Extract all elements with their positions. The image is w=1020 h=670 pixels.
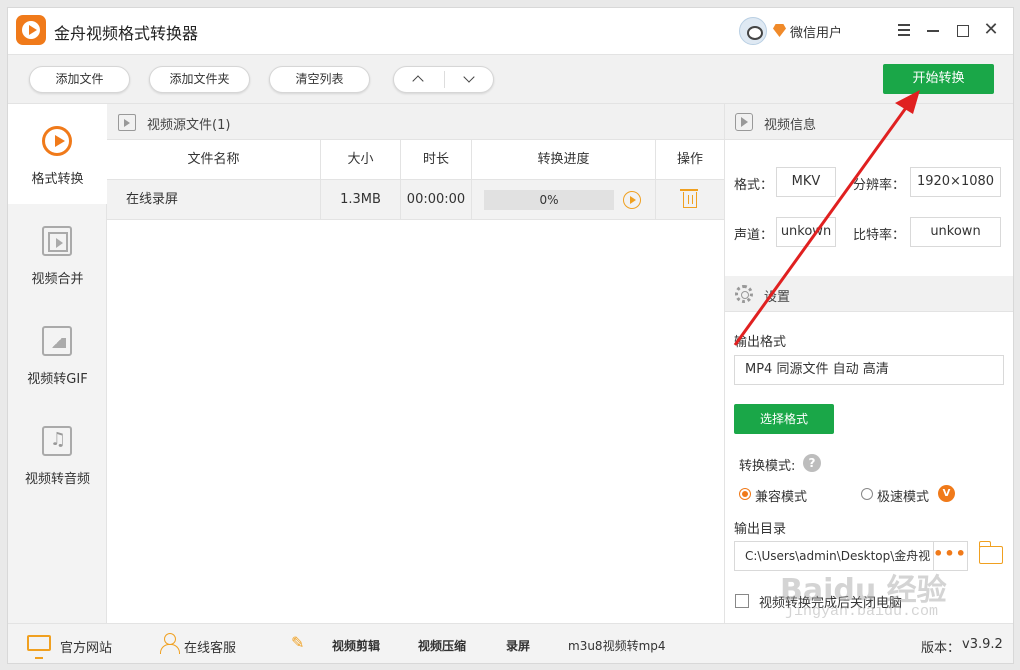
settings-title: 设置 <box>764 290 791 305</box>
file-actions <box>656 180 724 220</box>
move-up-button[interactable] <box>394 67 444 92</box>
move-buttons <box>393 66 494 93</box>
select-format-button[interactable]: 选择格式 <box>734 404 834 434</box>
shutdown-checkbox[interactable] <box>735 594 749 608</box>
file-list-header: 视频源文件(1) <box>107 104 724 140</box>
minimize-icon[interactable] <box>923 20 943 40</box>
column-header-duration: 时长 <box>401 140 472 180</box>
file-table: 文件名称 大小 时长 转换进度 操作 在线录屏 1.3MB 00:00:00 0… <box>107 140 724 220</box>
bitrate-label: 比特率： <box>853 228 906 243</box>
file-progress: 0% <box>472 180 656 220</box>
settings-header: 设置 <box>725 276 1013 312</box>
play-icon[interactable] <box>623 191 641 209</box>
add-file-button[interactable]: 添加文件 <box>29 66 130 93</box>
m3u8-link[interactable]: m3u8视频转mp4 <box>568 637 666 654</box>
progress-bar: 0% <box>484 190 614 210</box>
app-title: 金舟视频格式转换器 <box>54 24 199 43</box>
progress-text: 0% <box>539 193 559 207</box>
toolbar: 添加文件 添加文件夹 清空列表 开始转换 <box>8 54 1013 104</box>
table-header-row: 文件名称 大小 时长 转换进度 操作 <box>107 140 724 180</box>
fast-mode-label[interactable]: 极速模式 <box>877 486 929 505</box>
magic-brush-icon: ✎ <box>291 633 305 652</box>
output-format-label: 输出格式 <box>734 335 787 350</box>
app-logo-icon <box>16 15 46 45</box>
output-dir-label: 输出目录 <box>734 522 787 537</box>
file-size: 1.3MB <box>321 180 401 220</box>
version-value: v3.9.2 <box>962 637 1003 652</box>
sidebar-item-video-to-audio[interactable]: 视频转音频 <box>8 404 107 504</box>
video-info-icon <box>735 113 753 131</box>
video-file-icon <box>118 114 136 131</box>
compat-mode-radio[interactable] <box>739 488 751 500</box>
format-label: 格式： <box>734 178 774 193</box>
support-link[interactable]: 在线客服 <box>184 637 236 656</box>
website-link[interactable]: 官方网站 <box>60 637 112 656</box>
resolution-value: 1920×1080 <box>910 167 1001 197</box>
start-convert-button[interactable]: 开始转换 <box>883 64 994 94</box>
title-bar: 金舟视频格式转换器 微信用户 ✕ <box>8 8 1013 54</box>
column-header-actions: 操作 <box>676 152 703 167</box>
sidebar-item-video-to-gif[interactable]: 视频转GIF <box>8 304 107 404</box>
column-header-size: 大小 <box>321 140 401 180</box>
folder-icon[interactable] <box>978 541 1003 564</box>
output-format-field[interactable]: MP4 同源文件 自动 高清 <box>734 355 1004 385</box>
compat-mode-label[interactable]: 兼容模式 <box>755 486 807 505</box>
support-person-icon <box>160 633 180 654</box>
channel-label: 声道： <box>734 228 774 243</box>
merge-icon <box>42 226 72 256</box>
vip-v-icon: V <box>938 485 955 502</box>
add-folder-button[interactable]: 添加文件夹 <box>149 66 250 93</box>
bitrate-value: unkown <box>910 217 1001 247</box>
user-avatar[interactable] <box>739 17 767 45</box>
video-info-header: 视频信息 <box>725 104 1013 140</box>
sidebar-item-label: 视频转音频 <box>24 472 90 487</box>
table-row[interactable]: 在线录屏 1.3MB 00:00:00 0% <box>107 180 724 220</box>
chevron-down-icon <box>463 71 475 83</box>
version-label: 版本： <box>921 641 961 656</box>
format-value: MKV <box>776 167 836 197</box>
sidebar-item-video-merge[interactable]: 视频合并 <box>8 204 107 304</box>
monitor-icon <box>27 635 51 659</box>
bottom-bar: 官方网站 在线客服 ✎ 视频剪辑 视频压缩 录屏 m3u8视频转mp4 版本： … <box>8 623 1013 663</box>
help-icon[interactable]: ? <box>803 454 821 472</box>
trash-icon[interactable] <box>680 189 698 208</box>
gear-icon <box>735 285 753 303</box>
sidebar-item-label: 视频转GIF <box>27 372 88 387</box>
fast-mode-radio[interactable] <box>861 488 873 500</box>
file-name: 在线录屏 <box>107 180 321 220</box>
menu-icon[interactable] <box>894 20 914 40</box>
sidebar: 格式转换 视频合并 视频转GIF 视频转音频 <box>8 104 107 623</box>
baidu-watermark-url: jingyan.baidu.com <box>785 603 939 620</box>
video-compress-link[interactable]: 视频压缩 <box>418 637 466 654</box>
sidebar-item-label: 视频合并 <box>31 272 84 287</box>
audio-icon <box>42 426 72 456</box>
column-header-progress: 转换进度 <box>472 140 656 180</box>
right-panel: 视频信息 格式： MKV 分辨率： 1920×1080 声道： unkown 比… <box>724 104 1013 623</box>
channel-value: unkown <box>776 217 836 247</box>
clear-list-button[interactable]: 清空列表 <box>269 66 370 93</box>
sidebar-item-label: 格式转换 <box>31 172 84 187</box>
chevron-up-icon <box>412 75 424 87</box>
move-down-button[interactable] <box>445 67 495 92</box>
file-list-title: 视频源文件(1) <box>147 118 231 133</box>
video-edit-link[interactable]: 视频剪辑 <box>332 637 380 654</box>
file-duration: 00:00:00 <box>401 180 472 220</box>
video-info-title: 视频信息 <box>764 118 817 133</box>
sidebar-item-format-convert[interactable]: 格式转换 <box>8 104 107 204</box>
user-name[interactable]: 微信用户 <box>790 22 842 41</box>
vip-diamond-icon <box>773 24 786 37</box>
close-icon[interactable]: ✕ <box>981 20 1001 40</box>
column-header-name: 文件名称 <box>107 140 321 180</box>
convert-icon <box>42 126 72 156</box>
mode-label: 转换模式: <box>739 459 796 474</box>
gif-icon <box>42 326 72 356</box>
screen-record-link[interactable]: 录屏 <box>506 637 530 654</box>
resolution-label: 分辨率： <box>853 178 906 193</box>
maximize-icon[interactable] <box>952 20 972 40</box>
